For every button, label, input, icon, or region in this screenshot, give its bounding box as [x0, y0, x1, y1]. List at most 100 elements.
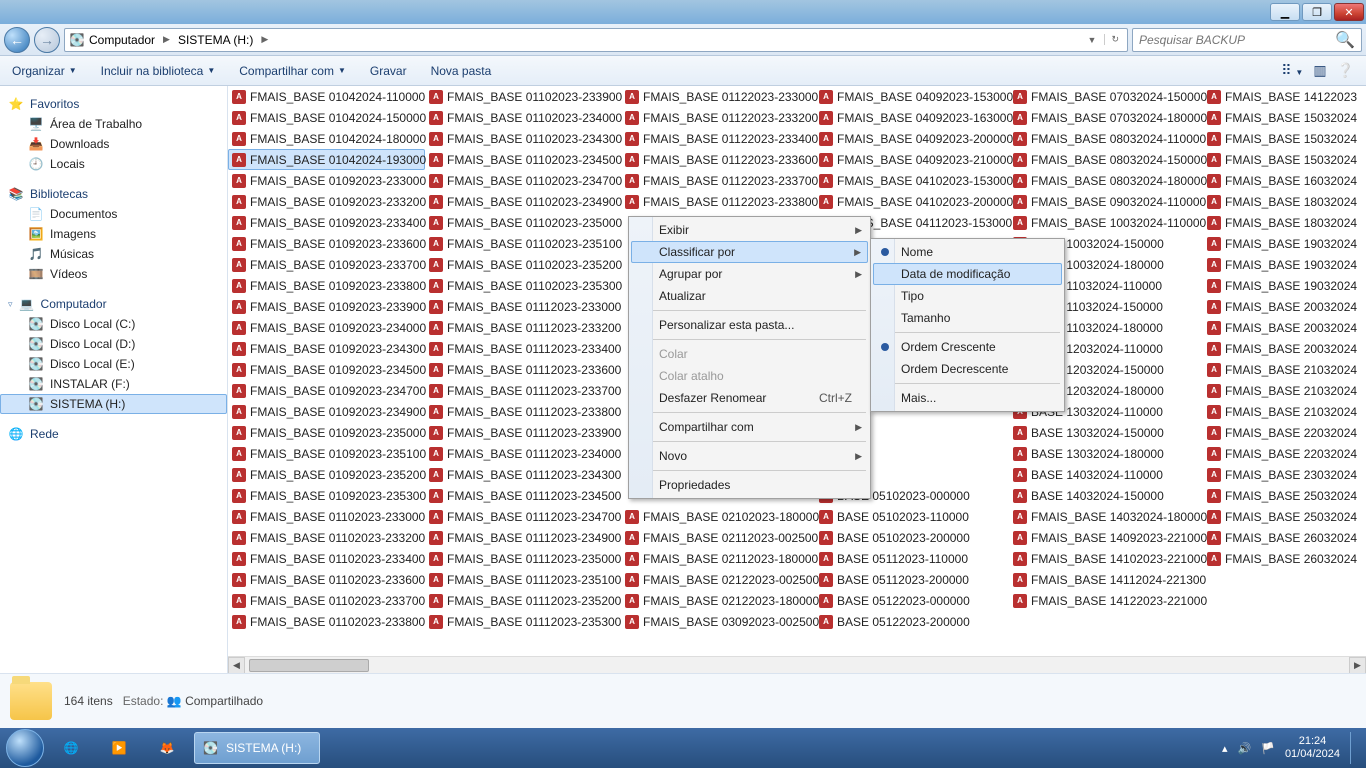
- file-item[interactable]: FMAIS_BASE 01092023-233800: [228, 275, 425, 296]
- file-item[interactable]: FMAIS_BASE 14112024-221300: [1009, 569, 1203, 590]
- file-item[interactable]: FMAIS_BASE 14092023-221000: [1009, 527, 1203, 548]
- horizontal-scrollbar[interactable]: ◀ ▶: [228, 656, 1366, 673]
- expand-icon[interactable]: ▿: [8, 299, 13, 310]
- file-item[interactable]: FMAIS_BASE 04102023-200000: [815, 191, 1009, 212]
- scroll-right-button[interactable]: ▶: [1349, 657, 1366, 674]
- file-item[interactable]: FMAIS_BASE 01102023-233400: [228, 548, 425, 569]
- sort-name[interactable]: Nome: [873, 241, 1062, 263]
- new-folder-button[interactable]: Nova pasta: [431, 64, 492, 78]
- file-item[interactable]: FMAIS_BASE 01102023-234900: [425, 191, 621, 212]
- chevron-right-icon[interactable]: ▶: [159, 34, 174, 45]
- file-item[interactable]: FMAIS_BASE 01112023-235100: [425, 569, 621, 590]
- menu-customize-folder[interactable]: Personalizar esta pasta...: [631, 314, 868, 336]
- file-item[interactable]: FMAIS_BASE 01112023-234900: [425, 527, 621, 548]
- share-with-button[interactable]: Compartilhar com▼: [239, 64, 346, 78]
- file-item[interactable]: FMAIS_BASE 01112023-234300: [425, 464, 621, 485]
- file-item[interactable]: FMAIS_BASE 01112023-235300: [425, 611, 621, 632]
- file-item[interactable]: FMAIS_BASE 25032024: [1203, 485, 1366, 506]
- file-item[interactable]: FMAIS_BASE 04102023-153000: [815, 170, 1009, 191]
- sidebar-documents[interactable]: 📄Documentos: [0, 204, 227, 224]
- show-desktop-button[interactable]: [1350, 732, 1360, 764]
- file-item[interactable]: FMAIS_BASE 01092023-235100: [228, 443, 425, 464]
- address-dropdown-icon[interactable]: ▼: [1084, 35, 1101, 45]
- file-item[interactable]: FMAIS_BASE 01092023-234300: [228, 338, 425, 359]
- file-item[interactable]: FMAIS_BASE 04092023-163000: [815, 107, 1009, 128]
- file-item[interactable]: FMAIS_BASE 22032024: [1203, 443, 1366, 464]
- menu-properties[interactable]: Propriedades: [631, 474, 868, 496]
- organize-button[interactable]: Organizar▼: [12, 64, 77, 78]
- sidebar-drive-d[interactable]: 💽Disco Local (D:): [0, 334, 227, 354]
- file-item[interactable]: FMAIS_BASE 01092023-233200: [228, 191, 425, 212]
- file-item[interactable]: BASE 05112023-200000: [815, 569, 1009, 590]
- file-item[interactable]: FMAIS_BASE 01122023-233000: [621, 86, 815, 107]
- file-item[interactable]: FMAIS_BASE 14122023-221000: [1009, 590, 1203, 611]
- file-item[interactable]: FMAIS_BASE 01092023-235300: [228, 485, 425, 506]
- file-item[interactable]: FMAIS_BASE 01112023-233400: [425, 338, 621, 359]
- search-box[interactable]: 🔍: [1132, 28, 1362, 52]
- file-item[interactable]: FMAIS_BASE 14032024-180000: [1009, 506, 1203, 527]
- file-item[interactable]: FMAIS_BASE 07032024-150000: [1009, 86, 1203, 107]
- file-item[interactable]: FMAIS_BASE 01102023-233200: [228, 527, 425, 548]
- taskbar-ie[interactable]: 🌐: [50, 732, 92, 764]
- file-item[interactable]: FMAIS_BASE 01092023-234500: [228, 359, 425, 380]
- file-item[interactable]: BASE 13032024-180000: [1009, 443, 1203, 464]
- file-item[interactable]: FMAIS_BASE 01102023-234000: [425, 107, 621, 128]
- file-item[interactable]: FMAIS_BASE 01112023-233200: [425, 317, 621, 338]
- close-button[interactable]: ✕: [1334, 3, 1364, 21]
- file-item[interactable]: FMAIS_BASE 01112023-233700: [425, 380, 621, 401]
- file-item[interactable]: FMAIS_BASE 03092023-002500: [621, 611, 815, 632]
- file-item[interactable]: FMAIS_BASE 02122023-180000: [621, 590, 815, 611]
- file-item[interactable]: FMAIS_BASE 14122023: [1203, 86, 1366, 107]
- libraries-header[interactable]: 📚Bibliotecas: [0, 184, 227, 204]
- clock-date[interactable]: 01/04/2024: [1285, 748, 1340, 761]
- file-item[interactable]: FMAIS_BASE 01102023-234500: [425, 149, 621, 170]
- file-item[interactable]: FMAIS_BASE 15032024: [1203, 149, 1366, 170]
- file-item[interactable]: FMAIS_BASE 26032024: [1203, 527, 1366, 548]
- file-item[interactable]: FMAIS_BASE 01122023-233600: [621, 149, 815, 170]
- file-item[interactable]: FMAIS_BASE 01042024-150000: [228, 107, 425, 128]
- file-item[interactable]: FMAIS_BASE 01102023-233800: [228, 611, 425, 632]
- file-item[interactable]: FMAIS_BASE 14102023-221000: [1009, 548, 1203, 569]
- file-item[interactable]: FMAIS_BASE 01122023-233700: [621, 170, 815, 191]
- menu-view[interactable]: Exibir▶: [631, 219, 868, 241]
- file-item[interactable]: FMAIS_BASE 07032024-180000: [1009, 107, 1203, 128]
- sidebar-drive-f[interactable]: 💽INSTALAR (F:): [0, 374, 227, 394]
- file-item[interactable]: FMAIS_BASE 25032024: [1203, 506, 1366, 527]
- file-item[interactable]: FMAIS_BASE 04092023-210000: [815, 149, 1009, 170]
- computer-header[interactable]: ▿💻Computador: [0, 294, 227, 314]
- file-item[interactable]: BASE 13032024-150000: [1009, 422, 1203, 443]
- file-item[interactable]: FMAIS_BASE 02112023-180000: [621, 548, 815, 569]
- search-input[interactable]: [1139, 33, 1319, 47]
- file-item[interactable]: FMAIS_BASE 01092023-234700: [228, 380, 425, 401]
- sort-more[interactable]: Mais...: [873, 387, 1062, 409]
- file-item[interactable]: FMAIS_BASE 01102023-233600: [228, 569, 425, 590]
- start-button[interactable]: [6, 729, 44, 767]
- file-item[interactable]: FMAIS_BASE 16032024: [1203, 170, 1366, 191]
- taskbar-active-window[interactable]: 💽 SISTEMA (H:): [194, 732, 320, 764]
- file-item[interactable]: FMAIS_BASE 01102023-235100: [425, 233, 621, 254]
- file-item[interactable]: FMAIS_BASE 01112023-233000: [425, 296, 621, 317]
- tray-show-hidden-icon[interactable]: ▴: [1222, 742, 1228, 755]
- forward-button[interactable]: →: [34, 27, 60, 53]
- clock-time[interactable]: 21:24: [1285, 735, 1340, 748]
- file-item[interactable]: BASE 05122023-200000: [815, 611, 1009, 632]
- file-item[interactable]: FMAIS_BASE 01092023-235200: [228, 464, 425, 485]
- file-item[interactable]: FMAIS_BASE 01102023-233000: [228, 506, 425, 527]
- file-item[interactable]: FMAIS_BASE 01102023-234700: [425, 170, 621, 191]
- file-item[interactable]: FMAIS_BASE 01112023-235200: [425, 590, 621, 611]
- file-item[interactable]: FMAIS_BASE 08032024-110000: [1009, 128, 1203, 149]
- file-item[interactable]: FMAIS_BASE 01102023-234300: [425, 128, 621, 149]
- file-item[interactable]: FMAIS_BASE 04092023-153000: [815, 86, 1009, 107]
- file-item[interactable]: FMAIS_BASE 01112023-234500: [425, 485, 621, 506]
- sidebar-music[interactable]: 🎵Músicas: [0, 244, 227, 264]
- file-item[interactable]: FMAIS_BASE 15032024: [1203, 107, 1366, 128]
- file-item[interactable]: FMAIS_BASE 19032024: [1203, 254, 1366, 275]
- file-item[interactable]: FMAIS_BASE 21032024: [1203, 401, 1366, 422]
- file-item[interactable]: FMAIS_BASE 01102023-235300: [425, 275, 621, 296]
- favorites-header[interactable]: ⭐Favoritos: [0, 94, 227, 114]
- menu-refresh[interactable]: Atualizar: [631, 285, 868, 307]
- sidebar-drive-e[interactable]: 💽Disco Local (E:): [0, 354, 227, 374]
- refresh-icon[interactable]: ↻: [1104, 34, 1123, 45]
- file-item[interactable]: FMAIS_BASE 19032024: [1203, 275, 1366, 296]
- file-item[interactable]: FMAIS_BASE 01112023-233600: [425, 359, 621, 380]
